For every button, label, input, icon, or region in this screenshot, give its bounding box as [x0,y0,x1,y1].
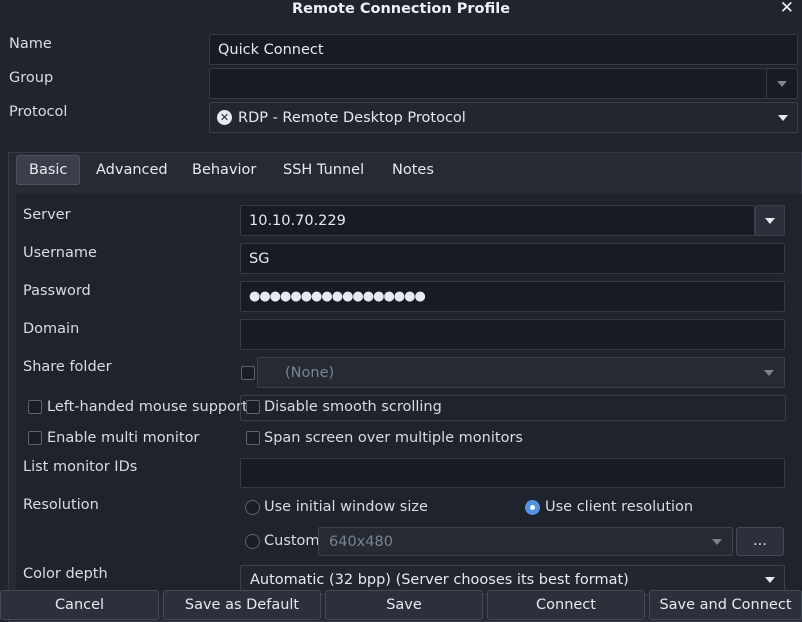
password-input[interactable]: ●●●●●●●●●●●●●●●●● [240,281,785,312]
cancel-button[interactable]: Cancel [0,590,159,620]
share-folder-label: Share folder [23,359,112,375]
share-folder-value: (None) [285,364,335,381]
name-input-value: Quick Connect [218,41,324,58]
password-label: Password [23,283,91,299]
resolution-client-label: Use client resolution [545,499,694,515]
tab-ssh-tunnel[interactable]: SSH Tunnel [271,155,376,185]
resolution-custom-value: 640x480 [329,533,393,550]
resolution-more-button[interactable]: ... [736,527,784,556]
chevron-down-icon [777,80,787,87]
save-as-default-button[interactable]: Save as Default [163,590,321,620]
username-input[interactable]: SG [240,243,785,274]
multi-monitor-label: Enable multi monitor [47,430,200,446]
share-folder-select[interactable]: (None) [257,357,785,388]
resolution-client-radio[interactable] [525,500,540,515]
tab-behavior[interactable]: Behavior [180,155,268,185]
username-label: Username [23,245,97,261]
window-title: Remote Connection Profile [291,1,511,17]
name-input[interactable]: Quick Connect [209,34,798,65]
group-combo[interactable] [209,68,798,99]
left-handed-label: Left-handed mouse support [47,399,248,415]
color-depth-label: Color depth [23,566,108,582]
disable-smooth-scrolling-checkbox[interactable] [246,400,260,414]
domain-input[interactable] [240,319,785,350]
server-input[interactable]: 10.10.70.229 [240,205,755,236]
share-folder-checkbox[interactable] [241,366,255,380]
resolution-custom-radio[interactable] [245,534,260,549]
tab-basic[interactable]: Basic [16,155,81,185]
chevron-down-icon [764,369,774,376]
multi-monitor-checkbox[interactable] [28,431,42,445]
server-value: 10.10.70.229 [249,212,346,229]
span-screen-label: Span screen over multiple monitors [264,430,523,446]
span-screen-checkbox[interactable] [246,431,260,445]
chevron-down-icon [778,114,788,121]
domain-label: Domain [23,321,80,337]
chevron-down-icon [712,538,722,545]
password-value: ●●●●●●●●●●●●●●●●● [249,289,426,304]
close-icon[interactable]: ✕ [780,0,794,18]
protocol-select[interactable]: ✕ RDP - Remote Desktop Protocol [209,102,798,133]
protocol-value: RDP - Remote Desktop Protocol [238,109,466,126]
save-and-connect-button[interactable]: Save and Connect [649,590,802,620]
connect-button[interactable]: Connect [487,590,645,620]
tab-notes[interactable]: Notes [380,155,446,185]
monitor-ids-label: List monitor IDs [23,459,138,475]
tab-advanced[interactable]: Advanced [84,155,180,185]
username-value: SG [249,250,270,267]
color-depth-value: Automatic (32 bpp) (Server chooses its b… [250,572,629,588]
monitor-ids-input[interactable] [240,458,785,488]
resolution-custom-label: Custom [264,533,320,549]
save-button[interactable]: Save [325,590,483,620]
protocol-label: Protocol [9,104,68,120]
server-label: Server [23,207,71,223]
resolution-custom-select[interactable]: 640x480 [318,527,733,556]
resolution-initial-label: Use initial window size [264,499,428,515]
left-handed-checkbox[interactable] [28,400,42,414]
resolution-initial-radio[interactable] [245,500,260,515]
name-label: Name [9,36,52,52]
resolution-label: Resolution [23,497,99,513]
group-label: Group [9,70,54,86]
server-history-button[interactable] [755,205,785,236]
chevron-down-icon [765,217,775,224]
disable-smooth-scrolling-label: Disable smooth scrolling [264,399,442,415]
group-dropdown-button[interactable] [766,69,797,98]
rdp-icon: ✕ [217,110,232,125]
chevron-down-icon [765,577,775,583]
